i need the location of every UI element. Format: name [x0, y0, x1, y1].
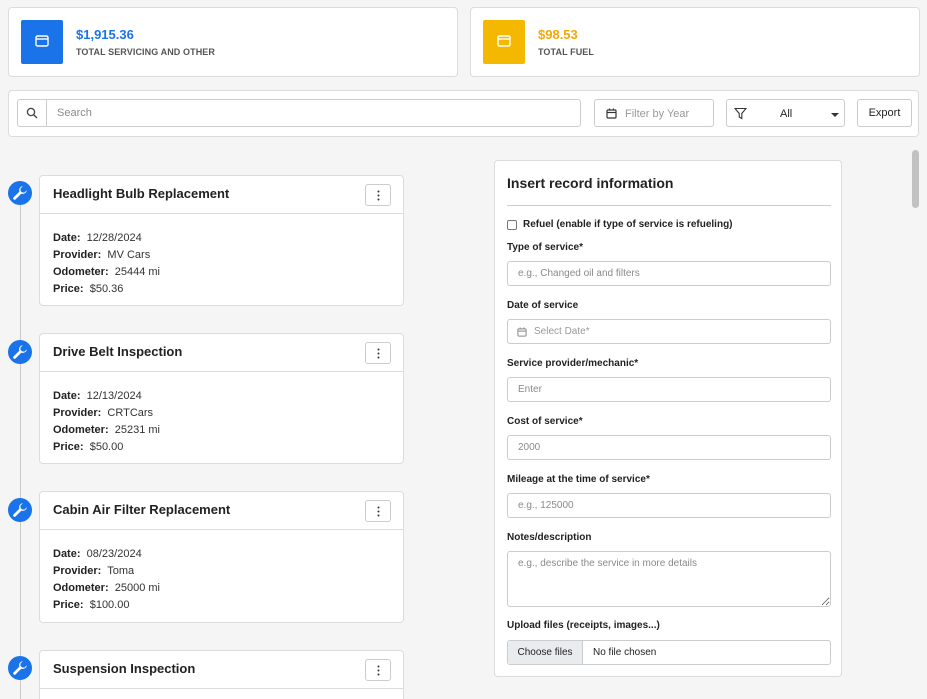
date-of-service-input[interactable]: Select Date* [507, 319, 831, 344]
record-date: Date: 08/23/2024 [53, 548, 142, 560]
form-divider [507, 205, 831, 206]
file-upload-input[interactable]: Choose files No file chosen [507, 640, 831, 665]
kebab-menu-icon [377, 506, 380, 517]
fuel-total-amount: $98.53 [538, 27, 578, 42]
export-button[interactable]: Export [857, 99, 912, 127]
no-file-chosen-text: No file chosen [593, 647, 657, 658]
record-provider: Provider: CRTCars [53, 407, 154, 419]
record-menu-button[interactable] [365, 342, 391, 364]
scrollbar-thumb[interactable] [912, 150, 919, 208]
type-filter-value: All [780, 108, 793, 120]
servicing-total-amount: $1,915.36 [76, 27, 134, 42]
insert-record-form: Insert record information Refuel (enable… [494, 160, 842, 677]
refuel-checkbox-label: Refuel (enable if type of service is ref… [523, 219, 733, 230]
search-input[interactable] [46, 99, 581, 127]
calendar-icon [517, 327, 527, 337]
refuel-checkbox[interactable] [507, 220, 517, 230]
year-filter-placeholder: Filter by Year [625, 108, 690, 120]
upload-files-label: Upload files (receipts, images...) [507, 620, 660, 631]
record-title: Headlight Bulb Replacement [53, 186, 230, 201]
record-card[interactable]: Drive Belt Inspection Date: 12/13/2024 P… [39, 333, 404, 464]
wrench-icon [8, 498, 32, 522]
fuel-summary-card: $98.53 TOTAL FUEL [470, 7, 920, 77]
wrench-icon [8, 656, 32, 680]
kebab-menu-icon [377, 348, 380, 359]
record-title: Cabin Air Filter Replacement [53, 502, 231, 517]
mileage-label: Mileage at the time of service* [507, 474, 650, 485]
record-odometer: Odometer: 25444 mi [53, 266, 161, 278]
wrench-icon [8, 181, 32, 205]
cost-of-service-input[interactable] [507, 435, 831, 460]
service-provider-input[interactable] [507, 377, 831, 402]
form-title: Insert record information [507, 175, 674, 191]
page-scrollbar[interactable] [909, 140, 923, 699]
record-date: Date: 12/28/2024 [53, 232, 142, 244]
record-odometer: Odometer: 25000 mi [53, 582, 161, 594]
wrench-icon [8, 340, 32, 364]
record-card[interactable]: Suspension Inspection [39, 650, 404, 699]
mileage-input[interactable] [507, 493, 831, 518]
record-card[interactable]: Headlight Bulb Replacement Date: 12/28/2… [39, 175, 404, 306]
record-odometer: Odometer: 25231 mi [53, 424, 161, 436]
servicing-total-label: TOTAL SERVICING AND OTHER [76, 47, 216, 57]
wallet-icon [21, 20, 63, 64]
filter-icon [734, 107, 747, 120]
notes-textarea[interactable] [507, 551, 831, 607]
kebab-menu-icon [377, 665, 380, 676]
record-menu-button[interactable] [365, 659, 391, 681]
timeline-line [20, 195, 21, 699]
cost-of-service-label: Cost of service* [507, 416, 583, 427]
servicing-summary-card: $1,915.36 TOTAL SERVICING AND OTHER [8, 7, 458, 77]
type-of-service-input[interactable] [507, 261, 831, 286]
date-of-service-placeholder: Select Date* [534, 326, 590, 337]
record-price: Price: $50.36 [53, 283, 124, 295]
type-filter-select[interactable]: All [726, 99, 845, 127]
record-title: Drive Belt Inspection [53, 344, 183, 359]
date-of-service-label: Date of service [507, 300, 579, 311]
search-icon [17, 99, 47, 127]
record-menu-button[interactable] [365, 184, 391, 206]
record-provider: Provider: Toma [53, 565, 135, 577]
calendar-icon [606, 108, 617, 119]
record-date: Date: 12/13/2024 [53, 390, 142, 402]
record-menu-button[interactable] [365, 500, 391, 522]
fuel-total-label: TOTAL FUEL [538, 47, 594, 57]
record-title: Suspension Inspection [53, 661, 196, 676]
type-of-service-label: Type of service* [507, 242, 583, 253]
filter-bar: Filter by Year All Export [8, 90, 919, 137]
record-price: Price: $50.00 [53, 441, 124, 453]
wallet-icon [483, 20, 525, 64]
record-price: Price: $100.00 [53, 599, 130, 611]
kebab-menu-icon [377, 190, 380, 201]
record-card[interactable]: Cabin Air Filter Replacement Date: 08/23… [39, 491, 404, 623]
year-filter-input[interactable]: Filter by Year [594, 99, 714, 127]
record-provider: Provider: MV Cars [53, 249, 151, 261]
chevron-down-icon [831, 113, 839, 117]
service-provider-label: Service provider/mechanic* [507, 358, 639, 369]
notes-label: Notes/description [507, 532, 592, 543]
choose-files-button[interactable]: Choose files [508, 641, 583, 664]
